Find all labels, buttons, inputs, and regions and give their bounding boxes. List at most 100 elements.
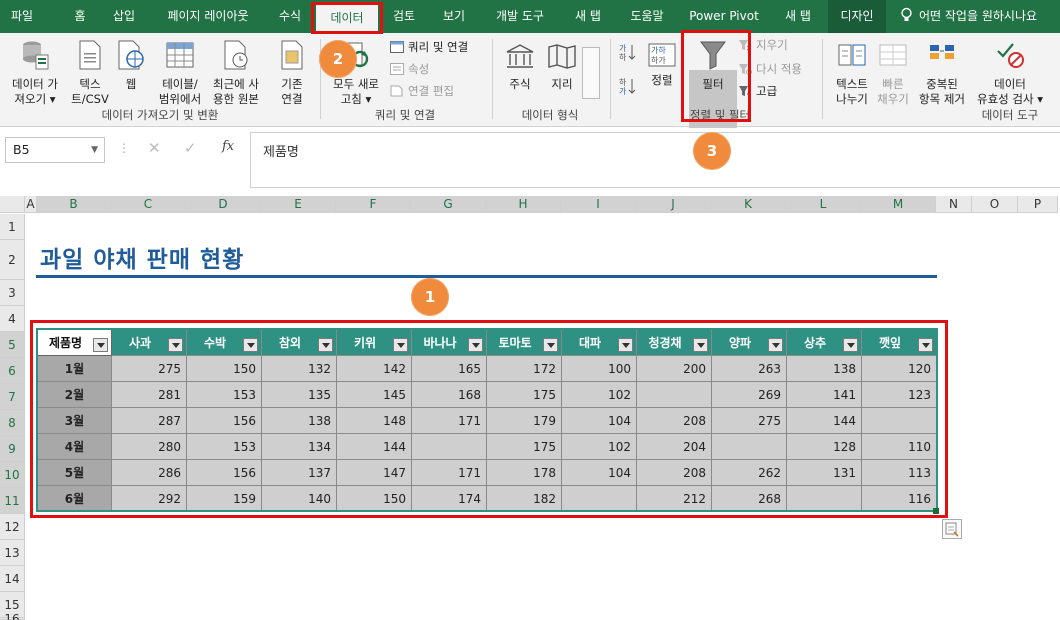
recent-sources-button[interactable]: 최근에 사 용한 원본 [208,39,264,107]
remove-duplicates-button[interactable]: 중복된 항목 제거 [914,39,970,107]
value-cell[interactable]: 292 [111,485,187,512]
get-data-button[interactable]: 데이터 가 져오기 ▾ [6,39,64,107]
column-header-cell[interactable]: 제품명 [37,329,112,356]
value-cell[interactable] [711,433,787,460]
value-cell[interactable]: 131 [786,459,862,486]
value-cell[interactable]: 172 [486,355,562,382]
filter-dropdown-button[interactable] [768,338,783,352]
tab-power-pivot[interactable]: Power Pivot [686,0,762,33]
value-cell[interactable] [786,485,862,512]
geography-button[interactable]: 지리 [542,43,582,92]
sort-asc-button[interactable]: 가하 [618,43,638,67]
value-cell[interactable]: 200 [636,355,712,382]
value-cell[interactable]: 113 [861,459,937,486]
filter-dropdown-button[interactable] [393,338,408,352]
value-cell[interactable]: 280 [111,433,187,460]
month-cell[interactable]: 1월 [37,355,112,382]
value-cell[interactable]: 268 [711,485,787,512]
value-cell[interactable]: 141 [786,381,862,408]
value-cell[interactable]: 110 [861,433,937,460]
column-header-i[interactable]: I [561,196,636,213]
tab-design[interactable]: 디자인 [828,0,886,33]
row-header-1[interactable]: 1 [0,214,25,240]
value-cell[interactable]: 156 [186,407,262,434]
value-cell[interactable]: 208 [636,459,712,486]
value-cell[interactable]: 135 [261,381,337,408]
value-cell[interactable]: 159 [186,485,262,512]
sort-desc-button[interactable]: 하가 [618,77,638,101]
value-cell[interactable]: 102 [561,381,637,408]
value-cell[interactable] [561,485,637,512]
value-cell[interactable]: 286 [111,459,187,486]
column-header-a[interactable]: A [25,196,37,213]
tab-insert[interactable]: 삽입 [106,0,142,33]
row-header-11[interactable]: 11 [0,488,25,514]
value-cell[interactable]: 128 [786,433,862,460]
tab-new-1[interactable]: 새 탭 [568,0,608,33]
month-cell[interactable]: 6월 [37,485,112,512]
value-cell[interactable]: 138 [786,355,862,382]
chevron-down-icon[interactable]: ▼ [91,138,98,162]
value-cell[interactable]: 262 [711,459,787,486]
quick-analysis-icon[interactable] [942,519,962,539]
value-cell[interactable]: 204 [636,433,712,460]
column-header-cell[interactable]: 토마토 [486,329,562,356]
column-header-k[interactable]: K [711,196,786,213]
data-validation-button[interactable]: 데이터 유효성 검사 ▾ [972,39,1048,107]
confirm-icon[interactable]: ✓ [184,139,197,157]
column-header-n[interactable]: N [936,196,972,213]
value-cell[interactable]: 263 [711,355,787,382]
filter-dropdown-button[interactable] [318,338,333,352]
row-header-4[interactable]: 4 [0,306,25,332]
tab-developer[interactable]: 개발 도구 [488,0,552,33]
select-all-corner[interactable] [0,196,25,213]
column-header-j[interactable]: J [636,196,711,213]
value-cell[interactable]: 179 [486,407,562,434]
filter-dropdown-button[interactable] [543,338,558,352]
row-header-10[interactable]: 10 [0,462,25,488]
tab-page-layout[interactable]: 페이지 레이아웃 [158,0,258,33]
value-cell[interactable] [411,433,487,460]
text-csv-button[interactable]: 텍스 트/CSV [68,39,112,107]
datatype-gallery-scroll[interactable] [582,47,600,99]
column-header-cell[interactable]: 바나나 [411,329,487,356]
column-header-c[interactable]: C [111,196,186,213]
month-cell[interactable]: 2월 [37,381,112,408]
value-cell[interactable]: 171 [411,407,487,434]
value-cell[interactable]: 147 [336,459,412,486]
value-cell[interactable]: 168 [411,381,487,408]
value-cell[interactable]: 275 [711,407,787,434]
cancel-icon[interactable]: ✕ [148,139,161,157]
web-button[interactable]: 웹 [114,39,148,92]
value-cell[interactable]: 281 [111,381,187,408]
tab-file[interactable]: 파일 [0,0,44,33]
column-header-h[interactable]: H [486,196,561,213]
column-header-cell[interactable]: 사과 [111,329,187,356]
month-cell[interactable]: 4월 [37,433,112,460]
value-cell[interactable]: 138 [261,407,337,434]
value-cell[interactable]: 102 [561,433,637,460]
properties-button[interactable]: 속성 [390,61,429,77]
value-cell[interactable]: 100 [561,355,637,382]
column-header-l[interactable]: L [786,196,861,213]
value-cell[interactable]: 120 [861,355,937,382]
column-header-g[interactable]: G [411,196,486,213]
row-header-13[interactable]: 13 [0,540,25,566]
insert-function-icon[interactable]: fx [222,139,234,154]
value-cell[interactable]: 175 [486,433,562,460]
flash-fill-button[interactable]: 빠른 채우기 [874,39,912,107]
value-cell[interactable]: 153 [186,433,262,460]
column-header-cell[interactable]: 깻잎 [861,329,937,356]
value-cell[interactable]: 174 [411,485,487,512]
value-cell[interactable] [861,407,937,434]
value-cell[interactable]: 165 [411,355,487,382]
value-cell[interactable]: 175 [486,381,562,408]
row-header-7[interactable]: 7 [0,384,25,410]
column-header-cell[interactable]: 청경채 [636,329,712,356]
text-to-columns-button[interactable]: 텍스트 나누기 [830,39,874,107]
value-cell[interactable]: 144 [336,433,412,460]
value-cell[interactable] [636,381,712,408]
filter-dropdown-button[interactable] [843,338,858,352]
value-cell[interactable]: 269 [711,381,787,408]
filter-dropdown-button[interactable] [468,338,483,352]
